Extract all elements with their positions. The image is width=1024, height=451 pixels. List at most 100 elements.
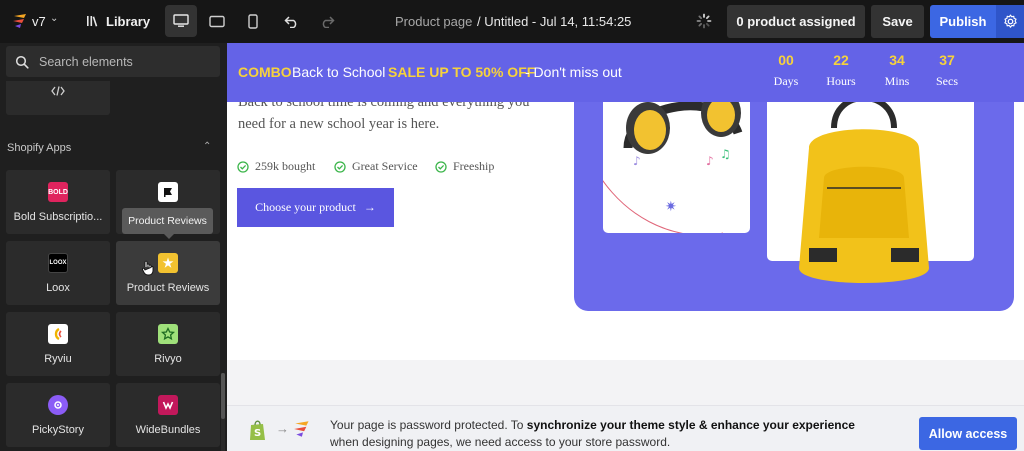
countdown-label: Secs [936,74,958,88]
countdown-label: Days [773,74,799,88]
rivyo-logo-icon [158,324,178,344]
mobile-view-button[interactable] [237,5,269,37]
chevron-up-icon[interactable]: ⌃ [203,141,211,152]
feature-label: Great Service [352,159,418,173]
loading-spinner-icon [696,13,712,29]
app-tile-label: Rivyo [154,353,182,365]
publish-settings-button[interactable] [996,5,1024,38]
tablet-view-button[interactable] [201,5,233,37]
app-tile-label: Ryviu [44,353,72,365]
sidebar-scrollbar[interactable] [221,373,225,419]
app-tile-pickystory[interactable]: PickyStory [6,383,110,447]
password-notice-text: Your page is password protected. To sync… [330,417,910,451]
tooltip-product-reviews: Product Reviews [122,208,213,239]
search-input[interactable] [39,54,199,69]
chevron-down-icon[interactable]: ⌄ [50,13,58,24]
ryviu-logo-icon [48,324,68,344]
countdown-value: 37 [939,52,955,68]
library-icon [87,16,98,27]
page-name[interactable]: / Untitled - Jul 14, 11:54:25 [477,14,631,29]
app-tile-widebundles[interactable]: WideBundles [116,383,220,447]
svg-text:♪: ♪ [633,154,641,168]
notice-text-part: when designing pages, we need access to … [330,435,671,449]
elements-sidebar: Shopify Apps ⌃ BOLD Bold Subscriptio... … [0,43,227,451]
desktop-icon [173,14,189,27]
code-icon [51,86,65,96]
countdown-days: 00 Days [761,52,811,89]
countdown-hours: 22 Hours [816,52,866,89]
countdown-value: 22 [833,52,849,68]
countdown-value: 00 [778,52,794,68]
app-tile-product-reviews[interactable]: ★ Product Reviews [116,241,220,305]
promo-text: Back to School [292,64,386,80]
brand-logo-icon[interactable] [12,13,30,29]
flag-logo-icon [158,182,178,202]
countdown-label: Mins [884,74,910,88]
countdown-value: 34 [889,52,905,68]
star-logo-icon: ★ [158,253,178,273]
feature-bought: 259k bought [237,159,315,174]
check-circle-icon [435,160,447,173]
choose-product-button[interactable]: Choose your product → [237,188,394,227]
tablet-icon [209,15,225,27]
feature-service: Great Service [334,159,418,174]
countdown-secs: 37 Secs [922,52,972,89]
widebundles-logo-icon [158,395,178,415]
svg-text:♪: ♪ [706,154,714,168]
arrow-right-icon: → [276,421,289,436]
page-type-label: Product page [395,14,473,29]
app-tile-ryviu[interactable]: Ryviu [6,312,110,376]
allow-access-button[interactable]: Allow access [919,417,1017,450]
svg-text:S: S [254,428,261,439]
svg-text:✷: ✷ [665,199,677,215]
app-tile-label: Product Reviews [126,282,210,294]
notice-text-part: Your page is password protected. To [330,418,527,432]
app-tile-label: WideBundles [135,424,201,436]
countdown-mins: 34 Mins [872,52,922,89]
page-canvas[interactable]: ♪ ♪ ♫ ✷ COMBO Back to School SALE UP TO … [227,43,1024,451]
undo-button[interactable] [275,5,307,37]
library-button[interactable]: Library [86,8,150,34]
top-bar: v7 ⌄ Library Product page / Untitled - J… [0,0,1024,43]
promo-tail-text: - Don't miss out [525,64,622,80]
password-notice-bar: S → Your page is password protected. To … [227,405,1024,451]
search-icon [15,55,29,69]
brand-logo-icon [294,421,309,437]
search-box[interactable] [6,46,220,77]
backpack-image-icon [799,95,929,283]
product-assigned-button[interactable]: 0 product assigned [727,5,865,38]
hand-cursor-icon [142,260,154,276]
pickystory-logo-icon [48,395,68,415]
feature-label: Freeship [453,159,495,173]
desktop-view-button[interactable] [165,5,197,37]
feature-label: 259k bought [255,159,316,173]
version-selector[interactable]: v7 [32,14,46,29]
check-circle-icon [237,160,249,173]
save-button[interactable]: Save [871,5,924,38]
shopify-bag-icon: S [250,420,265,440]
promo-combo-label: COMBO [238,64,292,80]
mobile-icon [248,13,258,29]
notice-text-bold: synchronize your theme style & enhance y… [526,418,855,432]
arrow-right-icon: → [363,200,376,214]
app-tile-label: Bold Subscriptio... [13,211,103,223]
cta-label: Choose your product [255,200,356,214]
gear-icon [1003,14,1017,28]
product-card-headphones: ♪ ♪ ♫ ✷ [603,93,750,233]
library-label: Library [106,13,151,29]
undo-icon [283,15,296,28]
app-tile-label: Loox [46,282,70,294]
check-circle-icon [334,160,346,173]
publish-button[interactable]: Publish [930,5,996,38]
app-tile-loox[interactable]: LOOX Loox [6,241,110,305]
app-tile-label: PickyStory [32,424,84,436]
promo-sale-label: SALE UP TO 50% OFF [388,64,536,80]
redo-icon [322,15,335,28]
svg-text:♫: ♫ [720,147,731,161]
feature-freeship: Freeship [435,159,494,174]
redo-button[interactable] [311,5,343,37]
promo-bar: COMBO Back to School SALE UP TO 50% OFF … [227,43,1024,102]
app-tile-bold-subscriptions[interactable]: BOLD Bold Subscriptio... [6,170,110,234]
section-title-shopify-apps[interactable]: Shopify Apps [7,142,71,154]
app-tile-rivyo[interactable]: Rivyo [116,312,220,376]
